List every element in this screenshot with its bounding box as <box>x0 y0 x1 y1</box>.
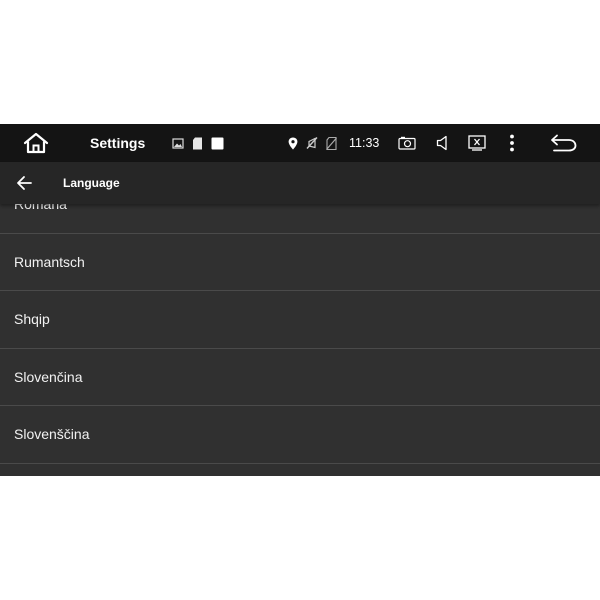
notification-icons <box>172 124 224 162</box>
language-item-romana[interactable]: Română <box>0 204 600 234</box>
back-icon <box>551 134 577 152</box>
square-icon <box>211 137 224 149</box>
language-list[interactable]: Română Rumantsch Shqip Slovenčina Sloven… <box>0 204 600 476</box>
language-list-content: Română Rumantsch Shqip Slovenčina Sloven… <box>0 204 600 464</box>
volume-button[interactable] <box>432 124 452 162</box>
overflow-menu-icon <box>510 134 514 152</box>
home-button[interactable] <box>18 124 54 162</box>
language-item-rumantsch[interactable]: Rumantsch <box>0 234 600 291</box>
language-item-slovencina[interactable]: Slovenčina <box>0 349 600 406</box>
android-screen: Settings 11:33 Language Română Rumantsch… <box>0 124 600 476</box>
screenshot-icon <box>398 136 416 150</box>
close-app-icon <box>468 135 486 151</box>
action-bar: Language <box>0 162 600 204</box>
system-back-button[interactable] <box>548 124 580 162</box>
location-icon <box>288 137 298 149</box>
screenshot-button[interactable] <box>396 124 418 162</box>
sd-card-icon <box>193 137 202 149</box>
close-app-button[interactable] <box>466 124 488 162</box>
back-arrow-button[interactable] <box>12 171 36 195</box>
arrow-left-icon <box>17 176 32 190</box>
app-title: Settings <box>90 135 146 151</box>
clock: 11:33 <box>349 136 380 150</box>
status-icons <box>288 124 337 162</box>
language-item-slovenscina[interactable]: Slovenščina <box>0 406 600 464</box>
page-title: Language <box>63 176 120 190</box>
overflow-menu-button[interactable] <box>502 124 522 162</box>
image-icon <box>172 137 184 149</box>
volume-icon <box>436 135 447 151</box>
no-sim-icon <box>326 136 337 150</box>
home-icon <box>23 132 49 154</box>
mute-icon <box>306 137 318 149</box>
status-bar: Settings 11:33 <box>0 124 600 162</box>
language-item-shqip[interactable]: Shqip <box>0 291 600 349</box>
